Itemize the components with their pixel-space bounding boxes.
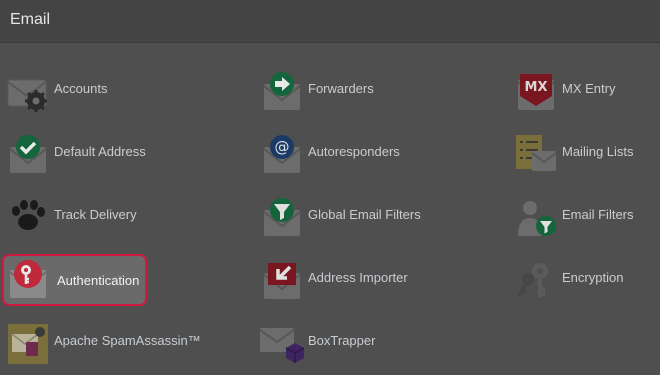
track-delivery-label: Track Delivery: [54, 207, 137, 222]
default-address-label: Default Address: [54, 144, 146, 159]
mx-entry-link[interactable]: MX MX Entry: [510, 64, 640, 116]
forwarders-link[interactable]: Forwarders: [256, 64, 396, 116]
email-filters-link[interactable]: Email Filters: [510, 190, 650, 242]
encryption-label: Encryption: [562, 270, 624, 285]
envelope-arrow-icon: [260, 70, 304, 114]
envelope-at-icon: @: [260, 133, 304, 177]
autoresponders-label: Autoresponders: [308, 144, 400, 159]
envelope-check-icon: [6, 133, 50, 177]
mailing-lists-link[interactable]: Mailing Lists: [510, 127, 650, 179]
address-importer-label: Address Importer: [308, 270, 408, 285]
apache-spamassassin-label: Apache SpamAssassin™: [54, 333, 201, 348]
address-importer-link[interactable]: Address Importer: [256, 253, 426, 305]
envelope-gear-icon: [6, 70, 50, 114]
person-funnel-icon: [514, 196, 558, 240]
boxtrapper-label: BoxTrapper: [308, 333, 376, 348]
forwarders-label: Forwarders: [308, 81, 374, 96]
encryption-link[interactable]: Encryption: [510, 253, 640, 305]
global-email-filters-link[interactable]: Global Email Filters: [256, 190, 436, 242]
global-email-filters-label: Global Email Filters: [308, 207, 421, 222]
mailing-list-icon: [514, 133, 558, 177]
apache-spamassassin-link[interactable]: Apache SpamAssassin™: [2, 316, 212, 368]
accounts-link[interactable]: Accounts: [2, 64, 122, 116]
envelope-box-icon: [260, 322, 304, 366]
spamassassin-icon: [6, 322, 50, 366]
default-address-link[interactable]: Default Address: [2, 127, 162, 179]
autoresponders-link[interactable]: @ Autoresponders: [256, 127, 416, 179]
envelope-import-icon: [260, 259, 304, 303]
authentication-label: Authentication: [57, 273, 140, 288]
mx-entry-label: MX Entry: [562, 81, 616, 96]
track-delivery-link[interactable]: Track Delivery: [2, 190, 152, 242]
email-filters-label: Email Filters: [562, 207, 634, 222]
svg-text:@: @: [275, 138, 290, 156]
mailing-lists-label: Mailing Lists: [562, 144, 634, 159]
keys-icon: [514, 259, 558, 303]
envelope-funnel-icon: [260, 196, 304, 240]
panel-title: Email: [10, 11, 51, 28]
boxtrapper-link[interactable]: BoxTrapper: [256, 316, 396, 368]
authentication-link[interactable]: Authentication: [2, 254, 147, 306]
email-tools-grid: Accounts Forwarders MX MX Entry Default …: [0, 60, 660, 375]
accounts-label: Accounts: [54, 81, 108, 96]
paw-icon: [6, 196, 50, 240]
mx-envelope-icon: MX: [514, 70, 558, 114]
svg-text:MX: MX: [525, 80, 548, 95]
email-panel-header: Email: [0, 0, 660, 43]
envelope-key-icon: [6, 258, 50, 302]
